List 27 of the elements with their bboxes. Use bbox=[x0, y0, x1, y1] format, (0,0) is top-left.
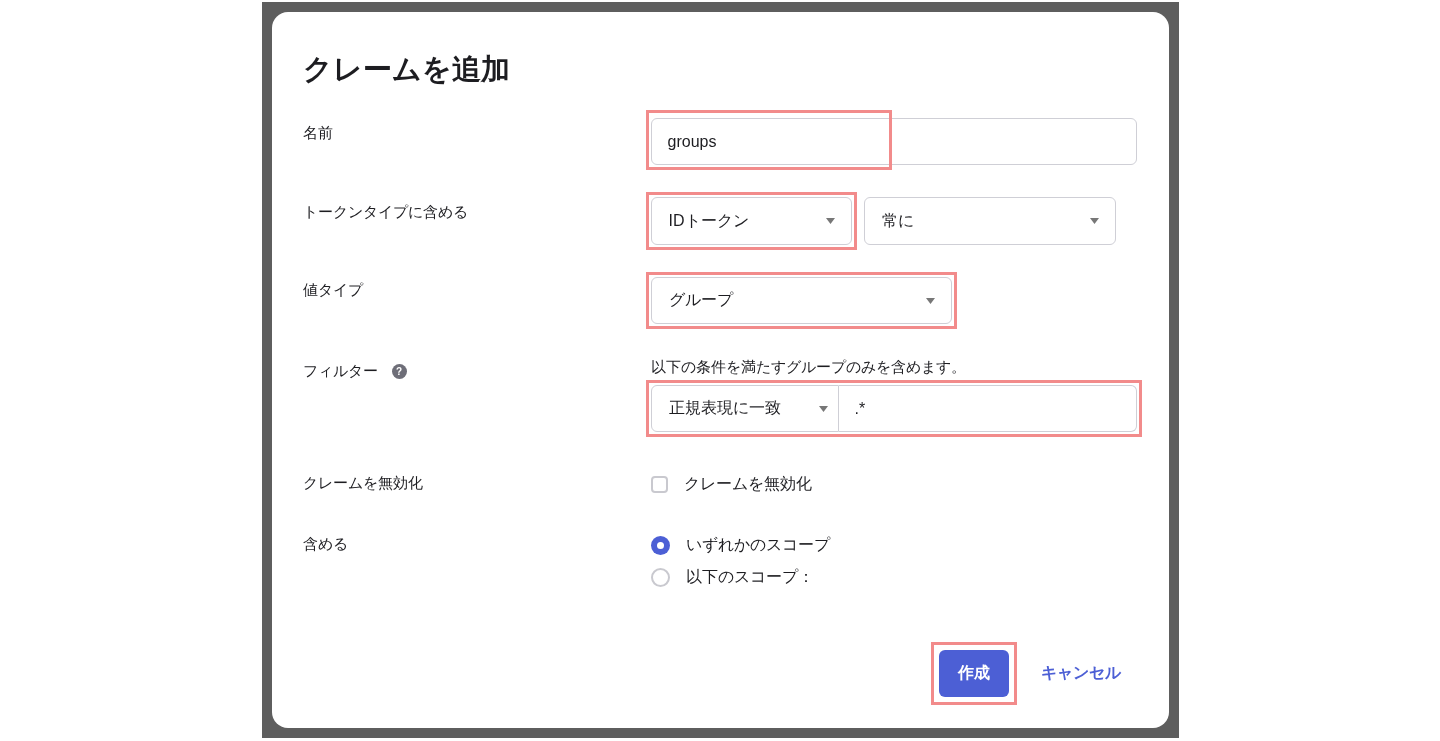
caret-icon bbox=[1089, 218, 1099, 224]
field-label: 含める bbox=[302, 535, 348, 554]
radio-button[interactable] bbox=[650, 535, 670, 555]
radio-option[interactable]: いずれかのスコープ bbox=[650, 529, 1138, 561]
caret-icon bbox=[818, 405, 828, 412]
help-icon[interactable]: ? bbox=[391, 364, 407, 379]
field-label: 値タイプ bbox=[302, 281, 363, 300]
dropdown[interactable]: グループ bbox=[650, 277, 952, 324]
hint-text: 以下の条件を満たすグループのみを含めます。 bbox=[650, 358, 967, 377]
create-button[interactable]: 作成 bbox=[938, 650, 1009, 697]
field-label: トークンタイプに含める bbox=[302, 203, 468, 222]
pattern-field[interactable]: .* bbox=[838, 385, 1137, 432]
field-label: クレームを無効化 bbox=[302, 474, 423, 493]
cancel-button[interactable]: キャンセル bbox=[1040, 663, 1121, 684]
caret-icon bbox=[825, 218, 835, 224]
name-field[interactable]: groups bbox=[650, 118, 1137, 165]
radio-button[interactable] bbox=[650, 567, 670, 587]
checkbox-option[interactable]: クレームを無効化 bbox=[650, 468, 1138, 500]
field-label: 名前 bbox=[302, 124, 333, 143]
operator-dropdown[interactable]: 正規表現に一致 bbox=[650, 385, 839, 432]
field-label: フィルター bbox=[302, 362, 378, 381]
radio-option[interactable]: 以下のスコープ： bbox=[650, 561, 1138, 593]
checkbox[interactable] bbox=[650, 475, 668, 493]
dropdown[interactable]: 常に bbox=[863, 197, 1116, 245]
dropdown[interactable]: IDトークン bbox=[650, 197, 852, 245]
caret-icon bbox=[925, 297, 935, 304]
dialog-title: クレームを追加 bbox=[302, 52, 511, 87]
